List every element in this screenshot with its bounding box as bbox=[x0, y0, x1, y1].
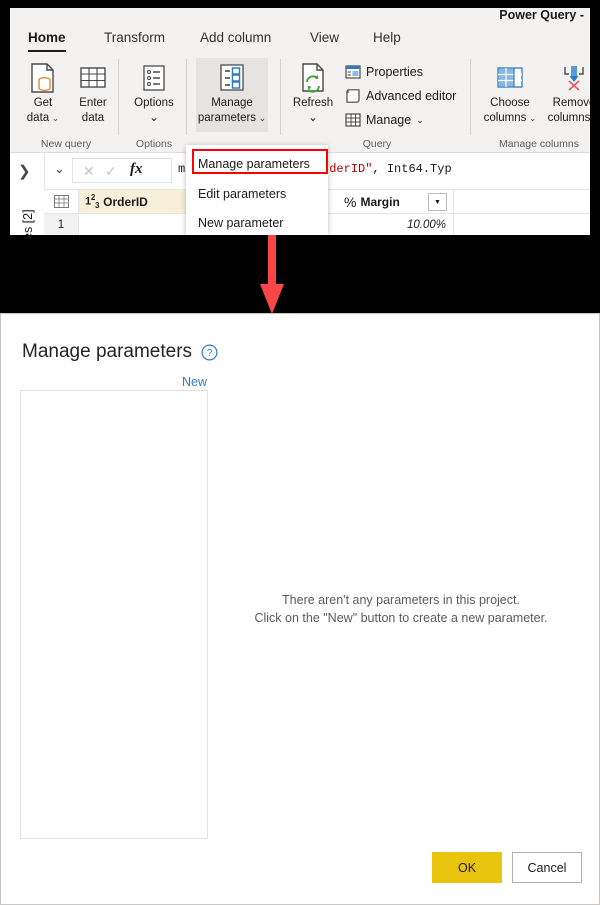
tab-help[interactable]: Help bbox=[369, 28, 405, 47]
choose-columns-icon bbox=[474, 61, 546, 95]
ribbon-group-options: Options ⌄ Options bbox=[122, 56, 186, 152]
remove-columns-label-line1: Remove bbox=[552, 97, 590, 109]
properties-icon bbox=[344, 64, 361, 81]
properties-button[interactable]: Properties bbox=[344, 60, 423, 84]
ribbon-group-label-new-query: New query bbox=[40, 138, 92, 150]
group-separator bbox=[280, 59, 281, 135]
choose-columns-label-line1: Choose bbox=[490, 97, 530, 109]
ribbon-group-manage-columns: Choose columns ⌄ Remov columns Manage co… bbox=[474, 56, 590, 152]
queries-pane-collapsed[interactable]: ❯ es [2] bbox=[10, 153, 45, 235]
number-type-icon: 123 bbox=[85, 193, 100, 210]
column-header-margin[interactable]: % Margin ▼ bbox=[344, 190, 454, 213]
group-separator bbox=[186, 59, 187, 135]
ribbon-group-query: Refresh ⌄ Properties Advanced editor Man… bbox=[284, 56, 470, 152]
manage-icon bbox=[344, 112, 361, 129]
enter-data-icon bbox=[64, 61, 122, 95]
formula-bar-expand-icon[interactable]: ⌄ bbox=[54, 161, 65, 177]
cell-orderid[interactable] bbox=[79, 214, 188, 235]
ribbon-tabstrip: Home Transform Add column View Help bbox=[10, 28, 590, 54]
chevron-down-icon[interactable]: ⌄ bbox=[416, 115, 424, 126]
menu-item-manage-parameters[interactable]: Manage parameters bbox=[186, 149, 328, 179]
menu-item-new-parameter[interactable]: New parameter bbox=[186, 208, 328, 235]
fx-icon[interactable]: fx bbox=[130, 161, 143, 178]
parameters-list[interactable] bbox=[20, 390, 208, 839]
chevron-down-icon[interactable]: ⌄ bbox=[284, 112, 342, 125]
column-filter-button[interactable]: ▼ bbox=[428, 193, 447, 211]
cancel-button[interactable]: Cancel bbox=[512, 852, 582, 883]
manage-parameters-icon bbox=[196, 61, 268, 95]
chevron-down-icon[interactable]: ⌄ bbox=[125, 112, 183, 125]
column-header-margin-label: Margin bbox=[360, 194, 400, 209]
refresh-label: Refresh bbox=[292, 97, 334, 109]
queries-pane-label: es [2] bbox=[21, 209, 35, 235]
menu-item-edit-parameters[interactable]: Edit parameters bbox=[186, 179, 328, 209]
formula-input-controls: ✕ ✓ fx bbox=[72, 158, 172, 183]
choose-columns-button[interactable]: Choose columns ⌄ bbox=[474, 58, 546, 132]
remove-columns-icon bbox=[538, 61, 590, 95]
red-down-arrow bbox=[258, 232, 286, 318]
remove-columns-label-line2: columns ⌄ bbox=[547, 112, 590, 124]
svg-text:?: ? bbox=[207, 348, 213, 359]
options-button[interactable]: Options ⌄ bbox=[125, 58, 183, 132]
ribbon-group-parameters: Manage parameters ⌄ bbox=[190, 56, 278, 152]
choose-columns-label-line2: columns ⌄ bbox=[483, 112, 537, 124]
tab-add-column[interactable]: Add column bbox=[196, 28, 275, 47]
new-parameter-link[interactable]: New bbox=[182, 375, 207, 389]
manage-parameters-label-line2: parameters ⌄ bbox=[197, 112, 267, 124]
properties-label: Properties bbox=[366, 65, 423, 79]
advanced-editor-icon bbox=[344, 88, 361, 105]
ribbon-group-new-query: Get data ⌄ Enter data New query bbox=[14, 56, 118, 152]
enter-data-label-line2: data bbox=[81, 112, 105, 124]
manage-parameters-button[interactable]: Manage parameters ⌄ bbox=[196, 58, 268, 132]
manage-label: Manage bbox=[366, 113, 412, 127]
group-separator bbox=[470, 59, 471, 135]
grid-select-all-icon[interactable] bbox=[44, 190, 79, 213]
dialog-title: Manage parameters bbox=[22, 341, 193, 362]
empty-state-message: There aren't any parameters in this proj… bbox=[221, 591, 581, 627]
options-icon bbox=[125, 61, 183, 95]
power-query-window-capture: Power Query - Home Transform Add column … bbox=[10, 8, 590, 235]
tab-view[interactable]: View bbox=[306, 28, 343, 47]
advanced-editor-label: Advanced editor bbox=[366, 89, 457, 103]
group-separator bbox=[118, 59, 119, 135]
formula-suffix: , Int64.Typ bbox=[372, 162, 452, 176]
column-header-orderid[interactable]: 123 OrderID bbox=[79, 190, 187, 213]
remove-columns-button[interactable]: Remove columns ⌄ bbox=[538, 58, 590, 132]
manage-parameters-dialog: Manage parameters ? New There aren't any… bbox=[0, 313, 600, 905]
cancel-icon[interactable]: ✕ bbox=[83, 163, 95, 180]
ribbon-body: Get data ⌄ Enter data New query Options … bbox=[10, 56, 590, 152]
refresh-icon bbox=[284, 61, 342, 95]
percent-type-icon: % bbox=[344, 193, 357, 210]
chevron-down-icon[interactable]: ⌄ bbox=[526, 113, 537, 123]
empty-state-line2: Click on the "New" button to create a ne… bbox=[254, 611, 548, 625]
ribbon-group-label-manage-columns: Manage columns bbox=[499, 138, 579, 150]
refresh-button[interactable]: Refresh ⌄ bbox=[284, 58, 342, 132]
column-header-orderid-label: OrderID bbox=[103, 194, 148, 209]
manage-parameters-dropdown-menu: Manage parameters Edit parameters New pa… bbox=[186, 145, 328, 235]
dialog-footer: OK Cancel bbox=[432, 852, 582, 883]
chevron-down-icon[interactable]: ⌄ bbox=[256, 113, 267, 123]
empty-state-line1: There aren't any parameters in this proj… bbox=[282, 593, 520, 607]
advanced-editor-button[interactable]: Advanced editor bbox=[344, 84, 456, 108]
check-icon[interactable]: ✓ bbox=[105, 163, 117, 180]
enter-data-label-line1: Enter bbox=[79, 97, 107, 109]
options-label: Options bbox=[134, 97, 174, 109]
ok-button[interactable]: OK bbox=[432, 852, 502, 883]
ribbon: Power Query - Home Transform Add column … bbox=[10, 8, 590, 153]
cell-margin[interactable]: 10.00% bbox=[344, 214, 454, 235]
enter-data-button[interactable]: Enter data bbox=[64, 58, 122, 132]
ribbon-group-label-options: Options bbox=[135, 138, 173, 150]
tab-home[interactable]: Home bbox=[24, 28, 70, 52]
manage-button[interactable]: Manage ⌄ bbox=[344, 108, 424, 132]
row-number: 1 bbox=[44, 214, 79, 235]
manage-parameters-label-line1: Manage bbox=[211, 97, 253, 109]
tab-transform[interactable]: Transform bbox=[100, 28, 169, 47]
chevron-down-icon[interactable]: ⌄ bbox=[49, 113, 60, 123]
help-circle-icon[interactable]: ? bbox=[201, 344, 218, 361]
window-title: Power Query - bbox=[499, 8, 584, 22]
